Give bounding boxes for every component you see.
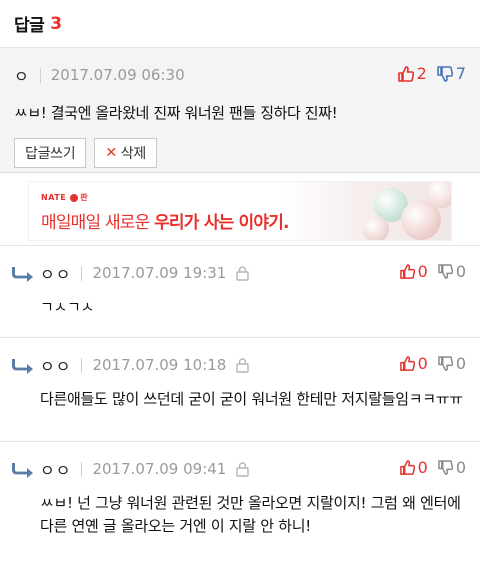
downvote-button[interactable]: 0 bbox=[438, 458, 466, 477]
vote-group: 2 7 bbox=[388, 64, 466, 83]
reply-item: ㅇㅇ 2017.07.09 10:18 0 0 다른애들도 많이 쓰던데 굳이 … bbox=[0, 338, 480, 442]
downvote-button[interactable]: 0 bbox=[438, 354, 466, 373]
thumbs-up-icon bbox=[399, 264, 415, 279]
write-reply-button[interactable]: 답글쓰기 bbox=[14, 138, 87, 168]
thumbs-down-icon bbox=[438, 460, 453, 475]
reply-arrow-icon bbox=[12, 359, 33, 374]
reply-body: ㅆㅂ! 넌 그냥 워너원 관련된 것만 올라오면 지랄이지! 그럼 왜 엔터에 … bbox=[40, 494, 461, 535]
downvote-button[interactable]: 0 bbox=[438, 262, 466, 281]
upvote-button[interactable]: 0 bbox=[399, 458, 428, 477]
replies-title: 답글 bbox=[14, 16, 45, 36]
reply-author: ㅇㅇ bbox=[40, 265, 72, 284]
banner-text-strong: 우리가 사는 이야기. bbox=[154, 213, 289, 233]
reply-author: ㅇㅇ bbox=[40, 461, 72, 480]
brand-name: NATE bbox=[41, 193, 67, 202]
reply-body: ㄱㅅㄱㅅ bbox=[40, 298, 95, 316]
downvote-count: 0 bbox=[455, 458, 466, 477]
vote-group: 0 0 bbox=[390, 458, 466, 477]
main-comment: ㅇ 2017.07.09 06:30 2 7 ㅆㅂ! 결국엔 올라왔네 진짜 워… bbox=[0, 48, 480, 173]
reply-author: ㅇㅇ bbox=[40, 357, 72, 376]
thumbs-down-icon bbox=[438, 356, 453, 371]
upvote-button[interactable]: 0 bbox=[399, 262, 428, 281]
brand-suffix: 판 bbox=[80, 193, 89, 202]
meta-divider bbox=[81, 265, 83, 281]
downvote-count: 7 bbox=[455, 64, 466, 83]
reply-date: 2017.07.09 09:41 bbox=[92, 460, 227, 478]
ad-container: NATE 판 매일매일 새로운 우리가 사는 이야기. bbox=[0, 173, 480, 246]
meta-divider bbox=[81, 357, 83, 373]
comment-body: ㅆㅂ! 결국엔 올라왔네 진짜 워너원 팬들 징하다 진짜! bbox=[14, 104, 338, 122]
upvote-button[interactable]: 0 bbox=[399, 354, 428, 373]
vote-group: 0 0 bbox=[390, 354, 466, 373]
reply-date: 2017.07.09 10:18 bbox=[92, 356, 227, 374]
banner-text: 매일매일 새로운 우리가 사는 이야기. bbox=[41, 208, 290, 233]
thumbs-up-icon bbox=[399, 356, 415, 371]
downvote-count: 0 bbox=[455, 262, 466, 281]
lock-icon[interactable] bbox=[236, 265, 250, 281]
nate-pann-banner[interactable]: NATE 판 매일매일 새로운 우리가 사는 이야기. bbox=[28, 181, 452, 241]
reply-arrow-icon bbox=[12, 267, 33, 282]
thumbs-up-icon bbox=[399, 460, 415, 475]
reply-body: 다른애들도 많이 쓰던데 굳이 굳이 워너원 한테만 저지랄들임ㅋㅋㅠㅠ bbox=[40, 390, 463, 408]
vote-group: 0 0 bbox=[390, 262, 466, 281]
close-icon: ✕ bbox=[105, 145, 117, 161]
lock-icon[interactable] bbox=[236, 461, 250, 477]
upvote-button[interactable]: 2 bbox=[397, 64, 427, 83]
banner-text-normal: 매일매일 새로운 bbox=[41, 213, 155, 233]
reply-arrow-icon bbox=[12, 463, 33, 478]
delete-label: 삭제 bbox=[120, 146, 146, 162]
banner-brand: NATE 판 bbox=[41, 192, 88, 203]
thumbs-up-icon bbox=[397, 65, 414, 82]
reply-item: ㅇㅇ 2017.07.09 09:41 0 0 ㅆㅂ! 넌 그냥 워너원 관련된… bbox=[0, 442, 480, 577]
lock-icon[interactable] bbox=[236, 357, 250, 373]
comment-meta: ㅇ 2017.07.09 06:30 2 7 bbox=[14, 48, 466, 86]
pearl-decoration bbox=[427, 182, 451, 208]
reply-item: ㅇㅇ 2017.07.09 19:31 0 0 ㄱㅅㄱㅅ bbox=[0, 246, 480, 338]
meta-divider bbox=[39, 67, 41, 83]
comment-actions: 답글쓰기 ✕ 삭제 bbox=[14, 138, 466, 168]
thumbs-down-icon bbox=[438, 264, 453, 279]
pearl-decoration bbox=[363, 216, 389, 240]
delete-button[interactable]: ✕ 삭제 bbox=[94, 138, 157, 168]
upvote-count: 2 bbox=[416, 64, 427, 83]
thumbs-down-icon bbox=[437, 65, 453, 82]
comment-date: 2017.07.09 06:30 bbox=[50, 66, 185, 84]
upvote-count: 0 bbox=[417, 458, 428, 477]
replies-count: 3 bbox=[50, 13, 63, 34]
reply-date: 2017.07.09 19:31 bbox=[92, 264, 227, 282]
upvote-count: 0 bbox=[417, 354, 428, 373]
downvote-count: 0 bbox=[455, 354, 466, 373]
upvote-count: 0 bbox=[417, 262, 428, 281]
meta-divider bbox=[81, 461, 83, 477]
brand-dot bbox=[70, 193, 79, 202]
downvote-button[interactable]: 7 bbox=[437, 64, 466, 83]
comment-author: ㅇ bbox=[14, 67, 30, 86]
replies-header: 답글 3 bbox=[0, 0, 480, 48]
